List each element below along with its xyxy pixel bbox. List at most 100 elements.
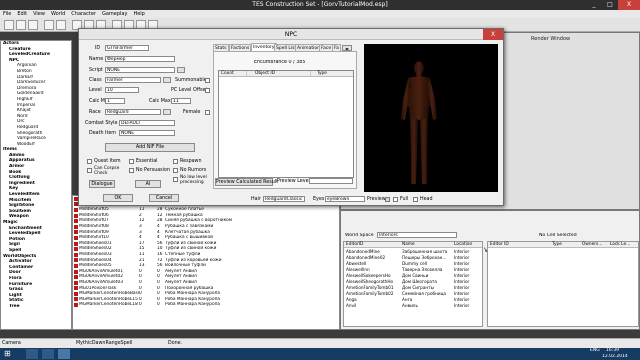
no-low-level-checkbox[interactable] — [173, 177, 178, 182]
folder-icon[interactable] — [42, 349, 54, 359]
menu-world[interactable]: World — [48, 10, 68, 18]
preview-calculated-button[interactable]: Preview Calculated Result — [215, 178, 278, 186]
col-editor-id[interactable]: Editor ID — [488, 242, 552, 247]
npc-item-icon — [74, 263, 78, 268]
combat-style-label: Combat Style — [85, 121, 118, 126]
inventory-list[interactable]: Count Object ID Type — [218, 70, 354, 178]
script-edit-button[interactable] — [177, 67, 185, 73]
head-radio[interactable] — [413, 197, 418, 202]
tab-factions[interactable]: Factions — [229, 44, 252, 51]
tab-inventory[interactable]: Inventory — [251, 43, 277, 51]
menu-file[interactable]: File — [0, 10, 14, 18]
ai-button[interactable]: AI — [135, 180, 161, 188]
respawn-label: Respawn — [180, 159, 202, 164]
no-rumors-checkbox[interactable] — [173, 168, 178, 173]
col-count[interactable]: Count — [219, 71, 247, 76]
female-checkbox[interactable] — [205, 110, 210, 115]
close-window-button[interactable]: X — [618, 0, 640, 10]
menu-character[interactable]: Character — [68, 10, 99, 18]
class-edit-button[interactable] — [163, 77, 171, 83]
menu-gameplay[interactable]: Gameplay — [99, 10, 130, 18]
minimize-button[interactable]: _ — [586, 0, 602, 10]
undo-icon[interactable] — [44, 20, 54, 30]
no-persuasion-checkbox[interactable] — [129, 168, 134, 173]
tab-animation[interactable]: Animation — [295, 44, 322, 51]
menu-edit[interactable]: Edit — [14, 10, 30, 18]
cell-rows: AbandonedMine Заброшенная шахта Interior Ab… — [344, 249, 482, 309]
corpse-check-checkbox[interactable] — [87, 168, 92, 173]
new-icon[interactable] — [4, 20, 14, 30]
col-name[interactable]: Name — [402, 242, 454, 247]
preview-level-field[interactable] — [309, 178, 353, 184]
npc-close-button[interactable]: X — [483, 29, 503, 40]
eyes-select[interactable]: eyeBrown — [325, 196, 365, 202]
no-persuasion-label: No Persuasion — [136, 168, 170, 173]
level-field[interactable]: 10 — [105, 87, 139, 93]
start-icon[interactable]: ⊞ — [4, 349, 18, 359]
no-cell-selected: No Cell Selected — [539, 233, 577, 238]
respawn-checkbox[interactable] — [173, 159, 178, 164]
id-field[interactable]: GThiFarmer — [105, 45, 149, 51]
cs-app-icon[interactable] — [58, 349, 70, 359]
cell-row-cell: Interior — [454, 303, 470, 308]
col-type-inv[interactable]: Type — [311, 71, 351, 76]
col-type[interactable]: Type — [552, 242, 582, 247]
menu-help[interactable]: Help — [130, 10, 147, 18]
class-select[interactable]: Farmer — [105, 77, 161, 83]
female-label: Female — [183, 110, 201, 115]
tree-item[interactable]: Tree — [1, 304, 71, 310]
hair-select[interactable]: RedguardClassic — [263, 196, 305, 202]
script-select[interactable]: NONE — [105, 67, 175, 73]
menu-view[interactable]: View — [30, 10, 48, 18]
table-row[interactable]: MGMarkerCenoteriRobeL18 0 0 Роба Маннара Ка… — [73, 302, 339, 308]
race-edit-button[interactable] — [163, 109, 171, 115]
race-select[interactable]: Redguard — [105, 109, 161, 115]
col-lock-level[interactable]: Lock Le... — [610, 242, 636, 247]
col-object-id[interactable]: Object ID — [247, 71, 311, 76]
save-icon[interactable] — [28, 20, 38, 30]
dialogue-button[interactable]: Dialogue — [89, 180, 115, 188]
preview-label: Preview — [367, 197, 386, 202]
full-radio[interactable] — [393, 197, 398, 202]
ie-icon[interactable] — [26, 349, 38, 359]
summonable-label: Summonable — [175, 78, 207, 83]
ok-button[interactable]: OK — [103, 194, 133, 202]
col-location[interactable]: Location — [454, 242, 482, 247]
pc-level-offset-label: PC Level Offset — [171, 88, 208, 93]
npc-item-icon — [74, 213, 78, 218]
full-label: Full — [400, 197, 409, 202]
calc-min-field[interactable]: 1 — [105, 98, 125, 104]
race-label: Race — [89, 110, 101, 115]
col-owners[interactable]: Owners... — [582, 242, 610, 247]
cancel-button[interactable]: Cancel — [149, 194, 179, 202]
npc-item-icon — [74, 207, 78, 212]
taskbar: ⊞ ENG 16:39 12.02.2014 — [0, 348, 640, 360]
summonable-checkbox[interactable] — [205, 78, 210, 83]
clock-date[interactable]: 12.02.2014 — [602, 354, 628, 360]
tab-face-advanced[interactable]: Fa — [332, 44, 341, 51]
lang-indicator[interactable]: ENG — [590, 348, 600, 354]
cell-objects-list: Editor ID Type Owners... Lock Le... — [487, 241, 639, 327]
death-item-select[interactable]: NONE — [119, 130, 175, 136]
world-space-select[interactable]: Interiors — [377, 232, 457, 238]
combat-style-select[interactable]: DEFAULT — [119, 120, 175, 126]
add-nif-button[interactable]: Add NIF File — [105, 143, 195, 152]
calc-max-field[interactable]: 11 — [171, 98, 191, 104]
cell-row[interactable]: Anvil Анвиль Interior — [344, 303, 482, 309]
name-field[interactable]: Фермер — [105, 56, 175, 62]
maximize-button[interactable]: □ — [602, 0, 618, 10]
open-icon[interactable] — [16, 20, 26, 30]
redo-icon[interactable] — [56, 20, 66, 30]
death-item-label: Death Item — [89, 131, 116, 136]
pc-level-offset-checkbox[interactable] — [205, 88, 210, 93]
npc-item-icon — [74, 280, 78, 285]
no-low-level-label: No low level processing — [180, 175, 207, 185]
class-label: Class — [89, 78, 102, 83]
essential-checkbox[interactable] — [129, 159, 134, 164]
npc-preview-viewport[interactable] — [364, 44, 498, 192]
calc-max-label: Calc Max — [149, 99, 171, 104]
preview-checkbox[interactable] — [385, 197, 390, 202]
col-editorid[interactable]: EditorID — [344, 242, 402, 247]
tab-stats[interactable]: Stats — [213, 44, 229, 51]
quest-item-checkbox[interactable] — [87, 159, 92, 164]
